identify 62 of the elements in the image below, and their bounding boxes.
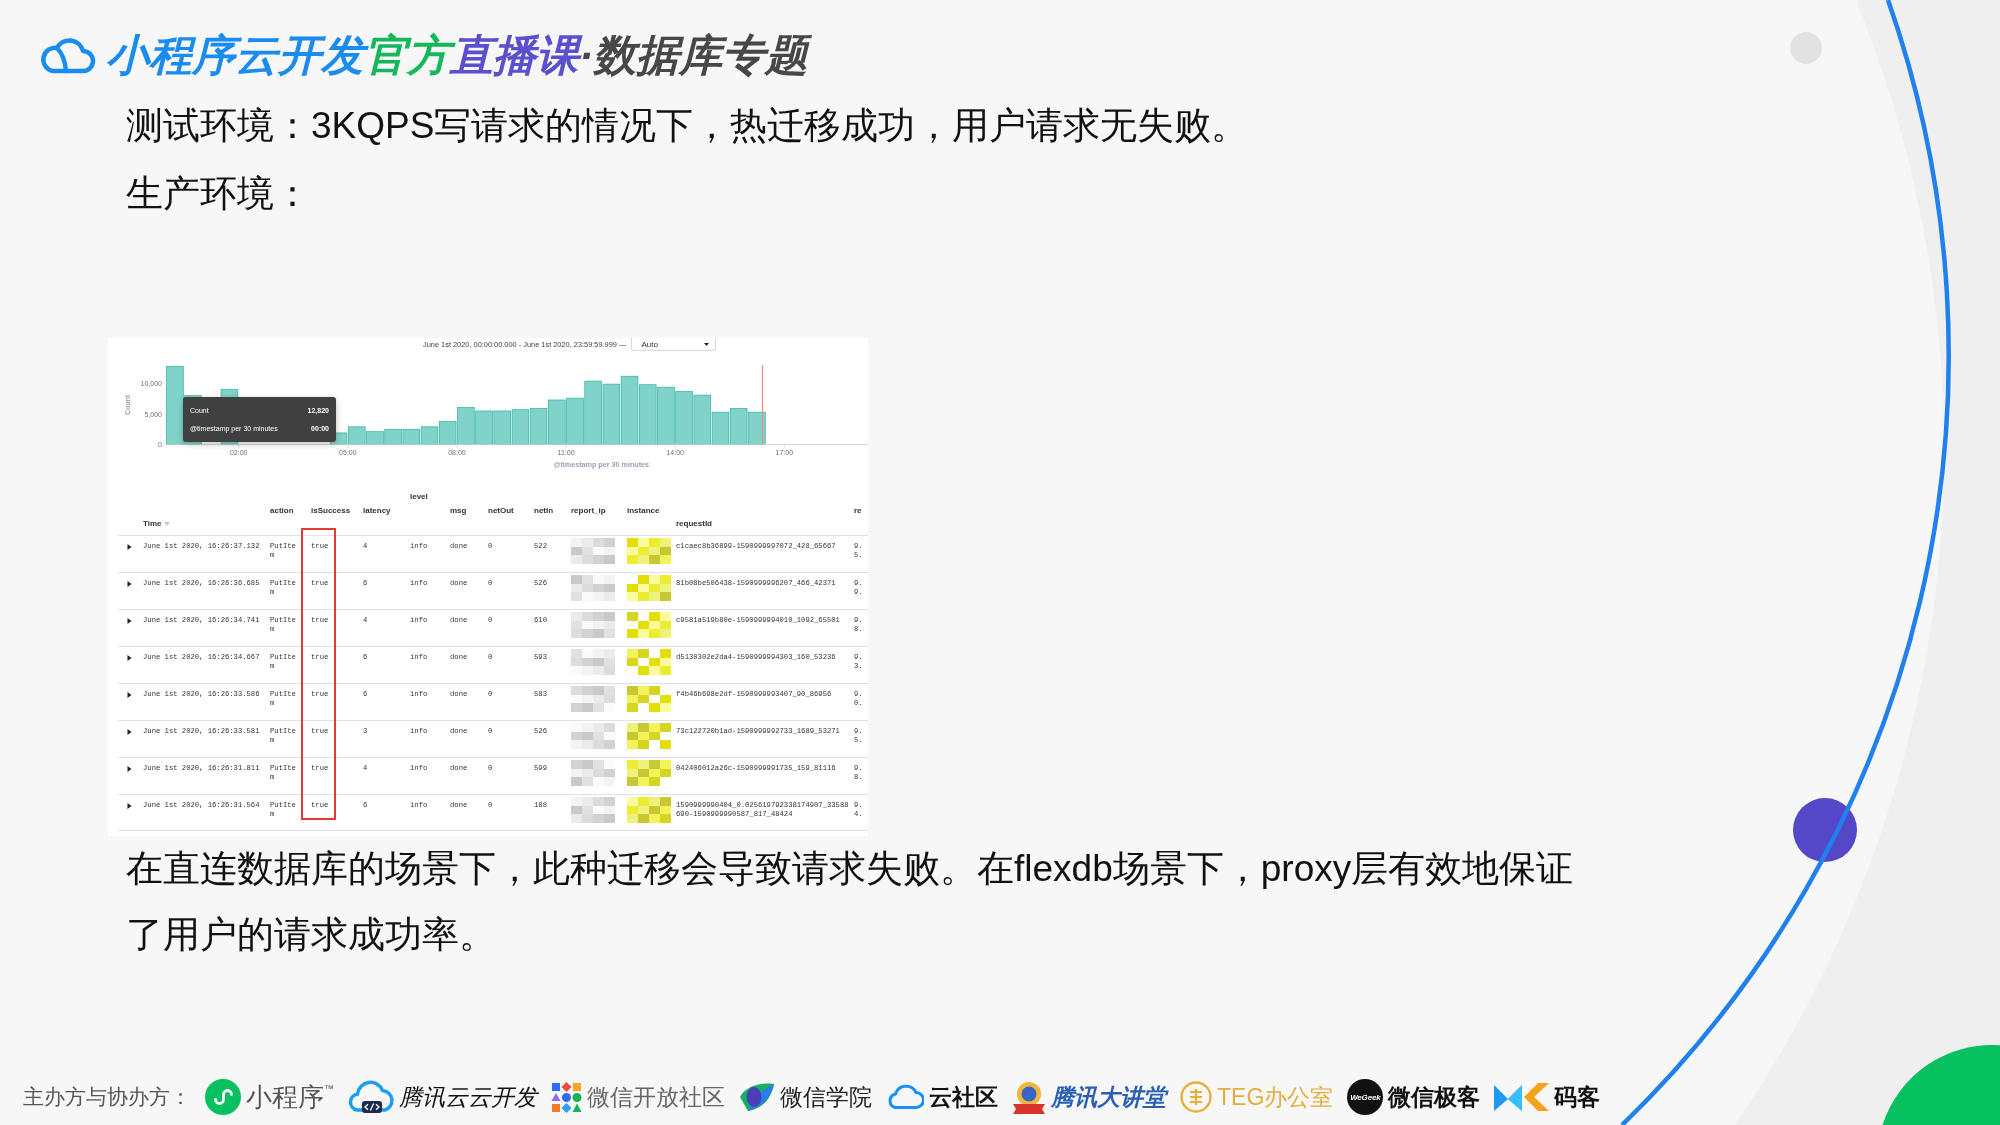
zigzag-icon: [1494, 1081, 1550, 1113]
pixelated-redaction: [627, 723, 671, 749]
coin-icon: [1180, 1081, 1212, 1113]
column-header: isSuccess: [311, 505, 351, 516]
column-header: netOut: [488, 505, 514, 516]
expand-arrow-icon[interactable]: [127, 729, 132, 735]
medal-icon: [1012, 1080, 1046, 1114]
sponsor-name: 微信学院: [780, 1083, 872, 1112]
interval-select[interactable]: Auto: [631, 338, 717, 351]
sponsor-name: 码客: [1554, 1083, 1601, 1112]
sort-caret-icon[interactable]: [163, 522, 170, 526]
pixelated-redaction: [571, 686, 615, 712]
sponsor-name: 腾讯云云开发: [399, 1083, 537, 1112]
column-header: Time: [143, 519, 162, 529]
body-text: 在直连数据库的场景下，此种迁移会导致请求失败。在flexdb场景下，proxy层有效地保证了用户的请求成功率。: [126, 847, 1575, 957]
shape-grid-icon: [551, 1081, 582, 1113]
expand-arrow-icon[interactable]: [127, 581, 132, 587]
pixelated-redaction: [571, 612, 615, 638]
column-header: report_ip: [571, 505, 606, 516]
pixelated-redaction: [627, 686, 671, 712]
sponsor-name: 小程序$^{™}$: [246, 1082, 334, 1112]
sponsor-label: 主办方与协办方：: [23, 1084, 191, 1110]
pixelated-redaction: [571, 538, 615, 564]
pixelated-redaction: [571, 723, 615, 749]
body-text: 测试环境：3KQPS写请求的情况下，热迁移成功，用户请求无失败。: [126, 104, 1250, 148]
column-header: instance: [627, 505, 660, 516]
pixelated-redaction: [627, 760, 671, 786]
sponsor-name: 云社区: [929, 1083, 998, 1112]
expand-arrow-icon[interactable]: [127, 803, 132, 809]
cloud-code-icon: [348, 1080, 394, 1114]
pixelated-redaction: [571, 797, 615, 823]
pixelated-redaction: [627, 649, 671, 675]
column-header: netIn: [534, 505, 554, 516]
column-header: re: [854, 505, 862, 516]
pixelated-redaction: [571, 760, 615, 786]
expand-arrow-icon[interactable]: [127, 655, 132, 661]
column-header: level: [410, 492, 428, 502]
histogram-bar[interactable]: [166, 365, 184, 445]
expand-arrow-icon[interactable]: [127, 766, 132, 772]
sponsor-name: 微信极客: [1388, 1083, 1481, 1112]
pixelated-redaction: [571, 649, 615, 675]
expand-arrow-icon[interactable]: [127, 692, 132, 698]
body-text: 生产环境：: [126, 172, 312, 216]
column-header: latency: [363, 505, 391, 516]
sponsor-name: TEG办公室: [1217, 1083, 1334, 1112]
cloud-icon: [886, 1084, 924, 1110]
column-header: requestId: [676, 519, 712, 529]
pixelated-redaction: [627, 575, 671, 601]
expand-arrow-icon[interactable]: [127, 544, 132, 550]
expand-arrow-icon[interactable]: [127, 618, 132, 624]
sponsor-name: 微信开放社区: [587, 1083, 725, 1112]
decorative-circle: [1793, 798, 1857, 862]
caret-icon: [704, 342, 710, 346]
pixelated-redaction: [627, 538, 671, 564]
pixelated-redaction: [627, 612, 671, 638]
column-header: msg: [450, 505, 467, 516]
leaf-icon: [739, 1082, 775, 1112]
column-header: action: [270, 505, 294, 516]
chain-link-icon: [205, 1079, 241, 1115]
pixelated-redaction: [571, 575, 615, 601]
logo-badge: WeGeek: [1347, 1079, 1384, 1115]
pixelated-redaction: [627, 797, 671, 823]
